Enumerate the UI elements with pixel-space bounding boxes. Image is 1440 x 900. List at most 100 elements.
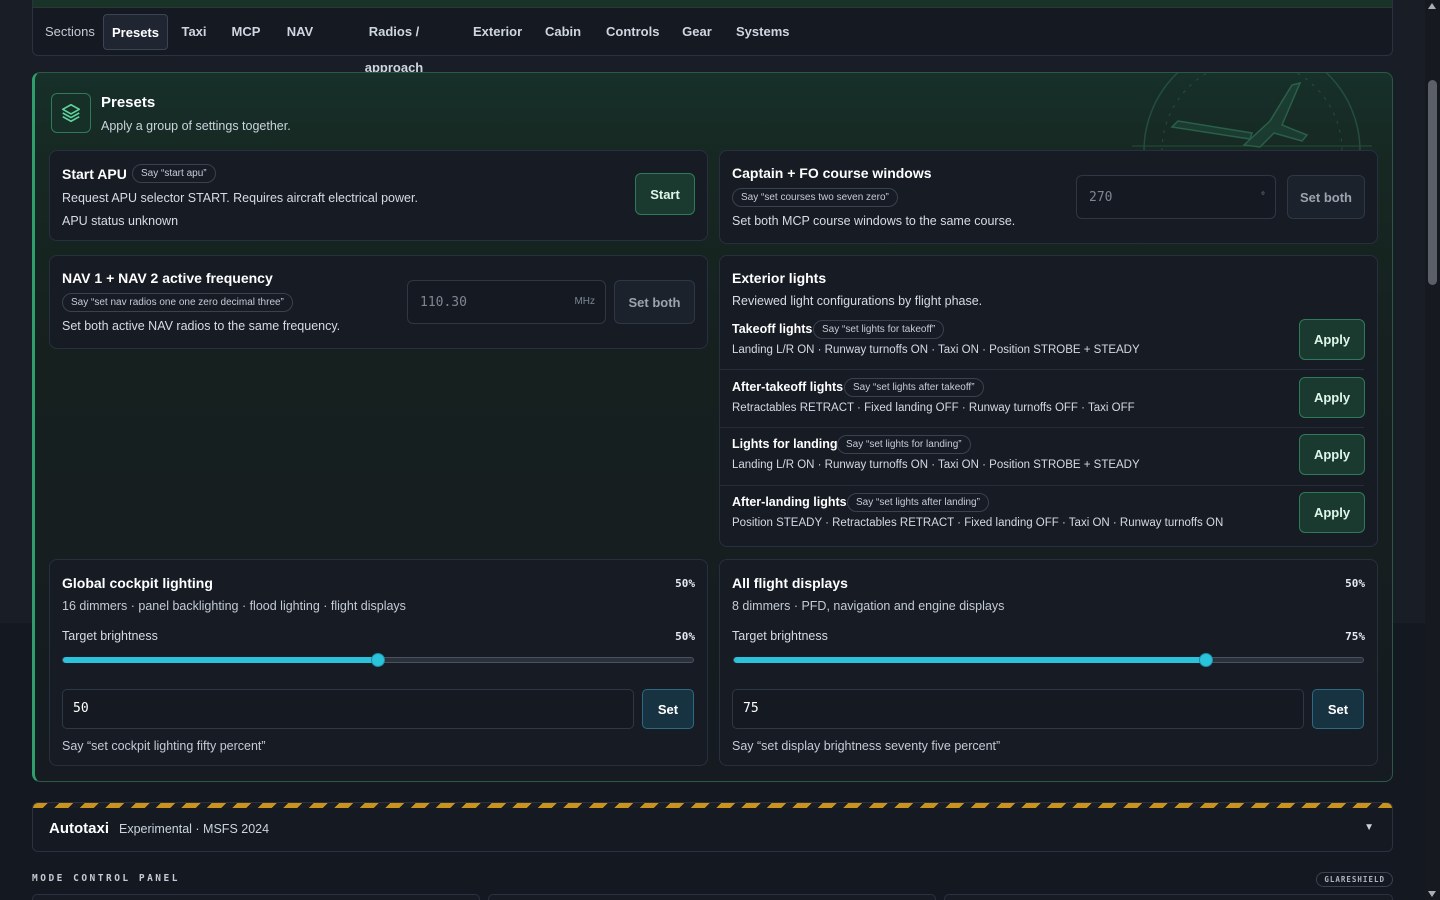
tab-sections[interactable]: Sections bbox=[45, 14, 95, 50]
mcp-section-label: MODE CONTROL PANEL bbox=[32, 873, 180, 884]
tab-taxi[interactable]: Taxi bbox=[181, 14, 207, 50]
course-description: Set both MCP course windows to the same … bbox=[732, 214, 1016, 228]
course-say-chip: Say “set courses two seven zero” bbox=[732, 188, 898, 207]
tab-nav[interactable]: NAV bbox=[285, 14, 315, 50]
tab-cabin[interactable]: Cabin bbox=[545, 14, 581, 50]
course-input-placeholder: 270 bbox=[1089, 190, 1113, 205]
page-scrollbar[interactable] bbox=[1425, 0, 1440, 900]
tab-exterior[interactable]: Exterior bbox=[473, 14, 522, 50]
start-apu-button[interactable]: Start bbox=[635, 173, 695, 215]
tab-gear[interactable]: Gear bbox=[682, 14, 712, 50]
cockpit-target-pct: 50% bbox=[675, 630, 695, 643]
cockpit-target-label: Target brightness bbox=[62, 629, 158, 643]
slider-thumb[interactable] bbox=[1198, 653, 1213, 667]
header-strip bbox=[32, 0, 1393, 8]
apu-description: Request APU selector START. Requires air… bbox=[62, 191, 418, 205]
slider-fill bbox=[63, 657, 378, 663]
start-apu-card: Start APU Say “start apu” Request APU se… bbox=[49, 150, 708, 241]
scroll-up-arrow-icon[interactable] bbox=[1428, 3, 1436, 9]
tab-presets[interactable]: Presets bbox=[103, 14, 168, 50]
tab-systems[interactable]: Systems bbox=[736, 14, 789, 50]
tab-controls[interactable]: Controls bbox=[606, 14, 659, 50]
cockpit-brightness-slider[interactable] bbox=[62, 653, 694, 667]
nav-frequency-input[interactable]: 110.30 MHz bbox=[407, 280, 606, 324]
apu-status: APU status unknown bbox=[62, 214, 179, 228]
autotaxi-title: Autotaxi bbox=[49, 820, 109, 837]
displays-target-pct: 75% bbox=[1345, 630, 1365, 643]
slider-fill bbox=[734, 657, 1206, 663]
apply-after-takeoff-lights-button[interactable]: Apply bbox=[1299, 377, 1365, 418]
glareshield-chip: GLARESHIELD bbox=[1316, 872, 1393, 887]
course-windows-card: Captain + FO course windows Say “set cou… bbox=[719, 150, 1378, 244]
light-preset-description: Landing L/R ON · Runway turnoffs ON · Ta… bbox=[732, 459, 1140, 471]
mcp-card bbox=[32, 894, 480, 900]
apply-after-landing-lights-button[interactable]: Apply bbox=[1299, 492, 1365, 533]
light-preset-row: Lights for landing Say “set lights for l… bbox=[720, 428, 1376, 486]
apu-title: Start APU bbox=[62, 166, 127, 182]
displays-target-label: Target brightness bbox=[732, 629, 828, 643]
hazard-stripe bbox=[33, 803, 1392, 808]
light-preset-say-chip: Say “set lights after landing” bbox=[847, 493, 989, 512]
exterior-subtitle: Reviewed light configurations by flight … bbox=[732, 294, 983, 308]
tab-radios-approach[interactable]: Radios / approach bbox=[339, 14, 449, 75]
airplane-illustration bbox=[1132, 73, 1372, 151]
presets-title: Presets bbox=[101, 94, 156, 111]
apply-takeoff-lights-button[interactable]: Apply bbox=[1299, 319, 1365, 360]
displays-brightness-input[interactable]: 75 bbox=[732, 689, 1304, 729]
tab-mcp[interactable]: MCP bbox=[231, 14, 261, 50]
nav-frequency-card: NAV 1 + NAV 2 active frequency Say “set … bbox=[49, 255, 708, 349]
course-set-both-button[interactable]: Set both bbox=[1287, 175, 1365, 219]
light-preset-say-chip: Say “set lights for landing” bbox=[837, 435, 971, 454]
cockpit-set-button[interactable]: Set bbox=[642, 689, 694, 729]
nav-set-both-button[interactable]: Set both bbox=[614, 280, 695, 324]
light-preset-name: Lights for landing bbox=[732, 437, 838, 451]
scroll-down-arrow-icon[interactable] bbox=[1428, 891, 1436, 897]
autotaxi-section-header[interactable]: Autotaxi Experimental · MSFS 2024 ▼ bbox=[32, 802, 1393, 852]
course-unit: ° bbox=[1261, 191, 1265, 202]
exterior-lights-card: Exterior lights Reviewed light configura… bbox=[719, 255, 1378, 547]
cockpit-brightness-input[interactable]: 50 bbox=[62, 689, 634, 729]
cockpit-title: Global cockpit lighting bbox=[62, 575, 213, 591]
flight-displays-card: All flight displays 50% 8 dimmers · PFD,… bbox=[719, 559, 1378, 766]
cockpit-say-hint: Say “set cockpit lighting fifty percent” bbox=[62, 739, 266, 753]
nav-say-chip: Say “set nav radios one one zero decimal… bbox=[62, 293, 293, 312]
apu-say-chip: Say “start apu” bbox=[132, 164, 216, 183]
light-preset-description: Position STEADY · Retractables RETRACT ·… bbox=[732, 517, 1224, 529]
slider-thumb[interactable] bbox=[371, 653, 385, 667]
displays-description: 8 dimmers · PFD, navigation and engine d… bbox=[732, 599, 1005, 613]
presets-panel: Presets Apply a group of settings togeth… bbox=[32, 72, 1393, 782]
exterior-title: Exterior lights bbox=[732, 270, 827, 286]
light-preset-row: After-landing lights Say “set lights aft… bbox=[720, 486, 1376, 544]
mcp-card bbox=[488, 894, 936, 900]
presets-subtitle: Apply a group of settings together. bbox=[101, 119, 291, 133]
displays-current-level: 50% bbox=[1345, 577, 1365, 590]
light-preset-description: Retractables RETRACT · Fixed landing OFF… bbox=[732, 402, 1135, 414]
mcp-card bbox=[944, 894, 1393, 900]
nav-description: Set both active NAV radios to the same f… bbox=[62, 319, 341, 333]
light-preset-say-chip: Say “set lights for takeoff” bbox=[813, 320, 945, 339]
nav-unit: MHz bbox=[574, 296, 595, 307]
light-preset-row: After-takeoff lights Say “set lights aft… bbox=[720, 370, 1376, 428]
cockpit-lighting-card: Global cockpit lighting 50% 16 dimmers ·… bbox=[49, 559, 708, 766]
light-preset-name: Takeoff lights bbox=[732, 322, 813, 336]
light-preset-name: After-takeoff lights bbox=[732, 380, 844, 394]
apply-landing-lights-button[interactable]: Apply bbox=[1299, 434, 1365, 475]
light-preset-name: After-landing lights bbox=[732, 495, 847, 509]
light-preset-description: Landing L/R ON · Runway turnoffs ON · Ta… bbox=[732, 344, 1140, 356]
course-input[interactable]: 270 ° bbox=[1076, 175, 1276, 219]
autotaxi-subtitle: Experimental · MSFS 2024 bbox=[119, 822, 270, 836]
chevron-down-icon[interactable]: ▼ bbox=[1364, 822, 1374, 833]
cockpit-current-level: 50% bbox=[675, 577, 695, 590]
light-preset-say-chip: Say “set lights after takeoff” bbox=[844, 378, 984, 397]
scroll-thumb[interactable] bbox=[1428, 80, 1437, 285]
displays-brightness-slider[interactable] bbox=[733, 653, 1364, 667]
nav-title: NAV 1 + NAV 2 active frequency bbox=[62, 270, 273, 286]
cockpit-description: 16 dimmers · panel backlighting · flood … bbox=[62, 599, 406, 613]
course-title: Captain + FO course windows bbox=[732, 165, 932, 181]
light-preset-row: Takeoff lights Say “set lights for takeo… bbox=[720, 312, 1376, 370]
layers-icon bbox=[51, 93, 91, 133]
section-tabs: Sections Presets Taxi MCP NAV Radios / a… bbox=[32, 8, 1393, 75]
displays-title: All flight displays bbox=[732, 575, 848, 591]
displays-set-button[interactable]: Set bbox=[1312, 689, 1364, 729]
nav-input-placeholder: 110.30 bbox=[420, 295, 467, 310]
